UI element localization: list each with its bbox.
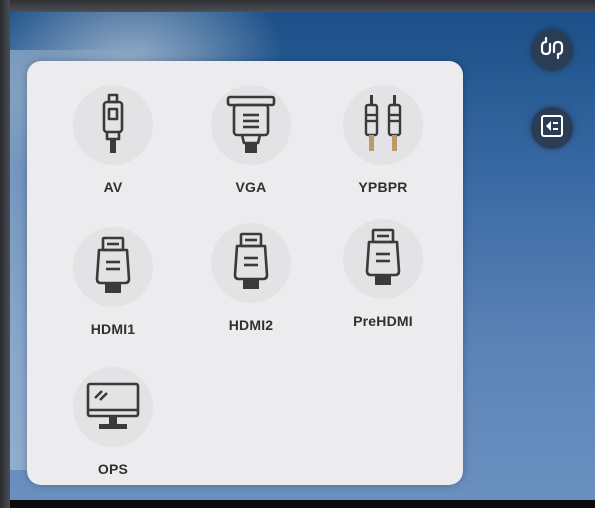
hdmi-connector-icon: [343, 219, 423, 299]
input-source-button[interactable]: [531, 29, 573, 71]
hdmi-connector-icon: [73, 227, 153, 307]
input-source-icon: [538, 34, 566, 67]
source-label: OPS: [97, 461, 129, 477]
av-connector-icon: [73, 85, 153, 165]
source-hdmi2[interactable]: HDMI2: [191, 223, 311, 333]
hdmi-connector-icon: [211, 223, 291, 303]
source-vga[interactable]: VGA: [191, 85, 311, 195]
ypbpr-connector-icon: [343, 85, 423, 165]
monitor-icon: [73, 367, 153, 447]
source-label: HDMI2: [228, 317, 274, 333]
source-label: PreHDMI: [353, 313, 413, 329]
source-selection-panel: AV VGA YPBPR HDMI1 HDMI2 PreHDMI OPS: [27, 61, 463, 485]
source-av[interactable]: AV: [53, 85, 173, 195]
source-label: YPBPR: [358, 179, 408, 195]
source-ops[interactable]: OPS: [53, 367, 173, 477]
menu-return-icon: [539, 113, 565, 144]
source-label: VGA: [235, 179, 267, 195]
vga-connector-icon: [211, 85, 291, 165]
source-label: AV: [103, 179, 123, 195]
monitor-bezel-left: [0, 0, 10, 508]
monitor-bezel-top: [0, 0, 595, 12]
source-prehdmi[interactable]: PreHDMI: [323, 219, 443, 329]
source-label: HDMI1: [90, 321, 136, 337]
source-hdmi1[interactable]: HDMI1: [53, 227, 173, 337]
menu-return-button[interactable]: [531, 107, 573, 149]
source-ypbpr[interactable]: YPBPR: [323, 85, 443, 195]
